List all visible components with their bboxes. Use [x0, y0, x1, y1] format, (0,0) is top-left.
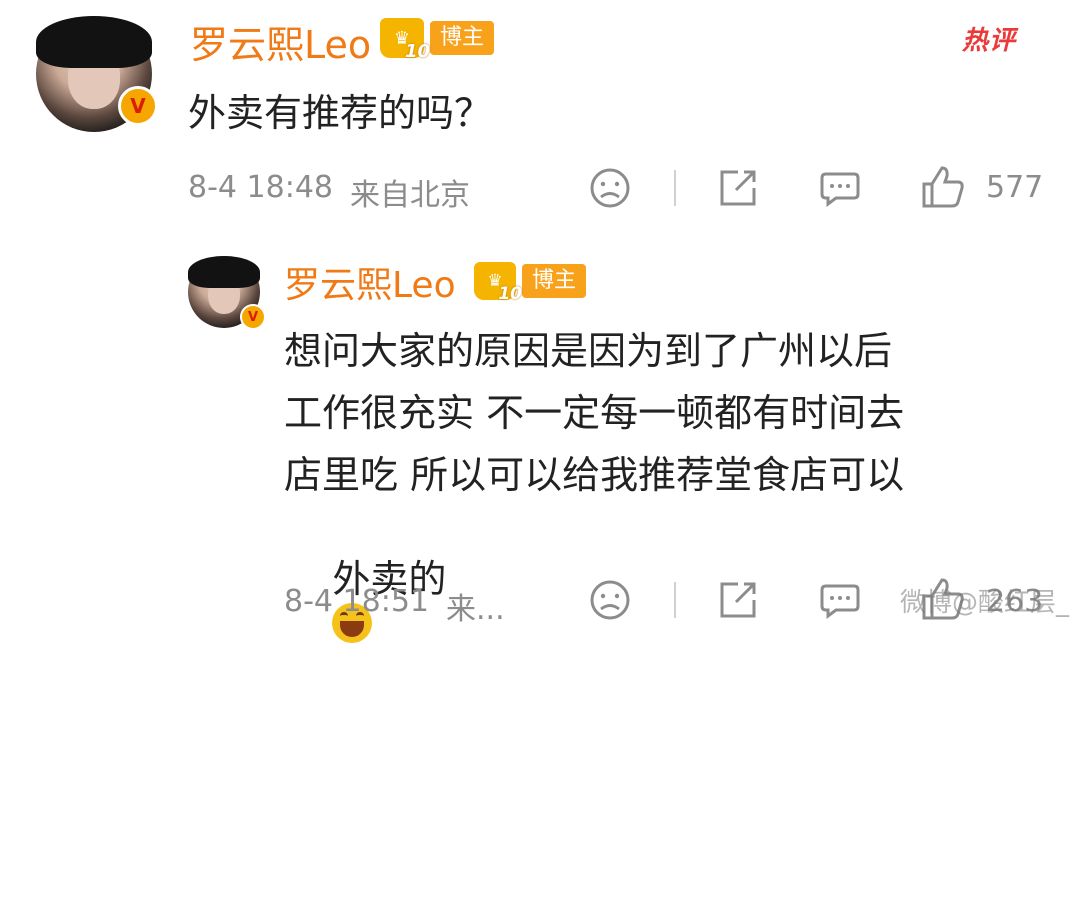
- watermark: 微博@酸红层_: [900, 588, 1070, 618]
- reply-time: 8-4 18:51: [284, 584, 429, 619]
- dislike-icon[interactable]: [588, 578, 632, 622]
- hot-comment-label: 热评: [962, 26, 1017, 56]
- reply-location: 来...: [446, 592, 505, 627]
- blogger-tag: 博主: [430, 21, 495, 55]
- author-name[interactable]: 罗云熙Leo: [284, 256, 456, 308]
- blogger-badge[interactable]: ♛ 10 博主: [380, 18, 495, 62]
- share-icon[interactable]: [716, 578, 760, 622]
- comment-icon[interactable]: [818, 166, 862, 210]
- crown-icon: ♛ 10: [380, 18, 430, 62]
- divider: [674, 170, 676, 206]
- divider: [674, 582, 676, 618]
- reply-text-line: 店里吃 所以可以给我推荐堂食店可以: [284, 453, 905, 497]
- share-icon[interactable]: [716, 166, 760, 210]
- blogger-tag: 博主: [522, 264, 587, 298]
- comment-text: 外卖有推荐的吗？: [188, 91, 493, 135]
- reply-text-line: 想问大家的原因是因为到了广州以后: [284, 329, 893, 373]
- dislike-icon[interactable]: [588, 166, 632, 210]
- verified-badge-icon: V: [118, 86, 158, 126]
- avatar[interactable]: V: [36, 16, 158, 132]
- reply-text-line: 外卖的: [284, 504, 446, 905]
- avatar[interactable]: V: [188, 256, 266, 330]
- verified-badge-icon: V: [240, 304, 266, 330]
- crown-icon: ♛ 10: [474, 262, 522, 304]
- blogger-badge[interactable]: ♛ 10 博主: [474, 262, 587, 304]
- reply-text-line: 工作很充实 不一定每一顿都有时间去: [284, 391, 905, 435]
- author-name[interactable]: 罗云熙Leo: [190, 14, 371, 69]
- avatar-hair: [188, 256, 260, 289]
- like-count: 577: [986, 170, 1044, 205]
- comment-time: 8-4 18:48: [188, 170, 333, 205]
- like-icon[interactable]: [920, 164, 966, 210]
- comment-icon[interactable]: [818, 578, 862, 622]
- avatar-hair: [36, 16, 152, 69]
- comment-location: 来自北京: [350, 178, 470, 213]
